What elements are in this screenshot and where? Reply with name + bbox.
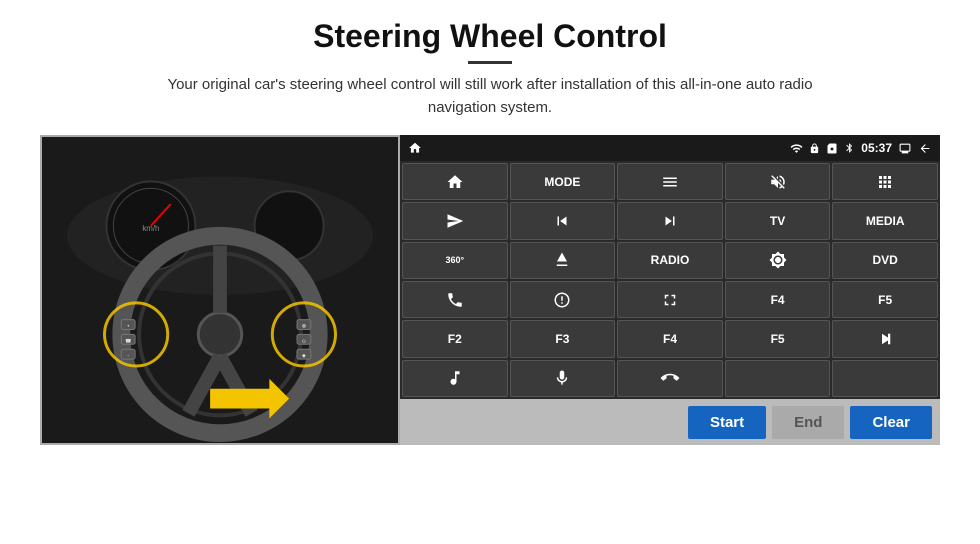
btn-prev[interactable] bbox=[510, 202, 616, 239]
svg-text:+: + bbox=[127, 325, 130, 330]
btn-screen-wide[interactable] bbox=[617, 281, 723, 318]
btn-next[interactable] bbox=[617, 202, 723, 239]
svg-text:⊕: ⊕ bbox=[302, 324, 306, 330]
title-underline bbox=[468, 61, 512, 64]
svg-text:◇: ◇ bbox=[302, 338, 306, 344]
page-title: Steering Wheel Control bbox=[313, 18, 667, 55]
btn-brightness[interactable] bbox=[725, 242, 831, 279]
btn-empty-2 bbox=[832, 360, 938, 397]
btn-360cam[interactable]: 360° bbox=[402, 242, 508, 279]
start-button[interactable]: Start bbox=[688, 406, 766, 439]
content-row: km/h + bbox=[40, 135, 940, 445]
btn-radio[interactable]: RADIO bbox=[617, 242, 723, 279]
svg-text:☎: ☎ bbox=[125, 338, 131, 344]
clear-button[interactable]: Clear bbox=[850, 406, 932, 439]
sim-icon bbox=[826, 142, 838, 155]
page-subtitle: Your original car's steering wheel contr… bbox=[140, 74, 840, 119]
btn-send[interactable] bbox=[402, 202, 508, 239]
button-grid: MODE TV bbox=[400, 161, 940, 399]
btn-mode[interactable]: MODE bbox=[510, 163, 616, 200]
btn-empty-1 bbox=[725, 360, 831, 397]
svg-text:◈: ◈ bbox=[302, 353, 306, 359]
wifi-icon bbox=[790, 142, 803, 155]
btn-mic[interactable] bbox=[510, 360, 616, 397]
btn-phone[interactable] bbox=[402, 281, 508, 318]
btn-eject[interactable] bbox=[510, 242, 616, 279]
steering-wheel-image: km/h + bbox=[40, 135, 400, 445]
btn-apps[interactable] bbox=[832, 163, 938, 200]
action-bar: Start End Clear bbox=[400, 399, 940, 445]
btn-eq[interactable]: F4 bbox=[725, 281, 831, 318]
status-time: 05:37 bbox=[861, 141, 892, 155]
btn-f4[interactable]: F4 bbox=[617, 320, 723, 357]
btn-playpause[interactable] bbox=[832, 320, 938, 357]
control-panel: 05:37 MODE bbox=[400, 135, 940, 445]
bluetooth-icon bbox=[844, 141, 855, 155]
screen-icon bbox=[898, 142, 912, 155]
status-bar: 05:37 bbox=[400, 135, 940, 161]
btn-dvd[interactable]: DVD bbox=[832, 242, 938, 279]
btn-mute[interactable] bbox=[725, 163, 831, 200]
btn-f2[interactable]: F2 bbox=[402, 320, 508, 357]
btn-f1[interactable]: F5 bbox=[832, 281, 938, 318]
btn-phone-end[interactable] bbox=[617, 360, 723, 397]
page-wrapper: Steering Wheel Control Your original car… bbox=[0, 0, 980, 544]
lock-icon bbox=[809, 142, 820, 155]
btn-media[interactable]: MEDIA bbox=[832, 202, 938, 239]
btn-f5[interactable]: F5 bbox=[725, 320, 831, 357]
btn-f3[interactable]: F3 bbox=[510, 320, 616, 357]
home-icon bbox=[408, 141, 422, 155]
back-icon bbox=[918, 142, 932, 155]
end-button[interactable]: End bbox=[772, 406, 844, 439]
btn-list[interactable] bbox=[617, 163, 723, 200]
btn-home[interactable] bbox=[402, 163, 508, 200]
status-left-icons bbox=[408, 141, 422, 155]
status-right-icons: 05:37 bbox=[790, 141, 932, 155]
btn-music[interactable] bbox=[402, 360, 508, 397]
btn-navi[interactable] bbox=[510, 281, 616, 318]
btn-tv[interactable]: TV bbox=[725, 202, 831, 239]
